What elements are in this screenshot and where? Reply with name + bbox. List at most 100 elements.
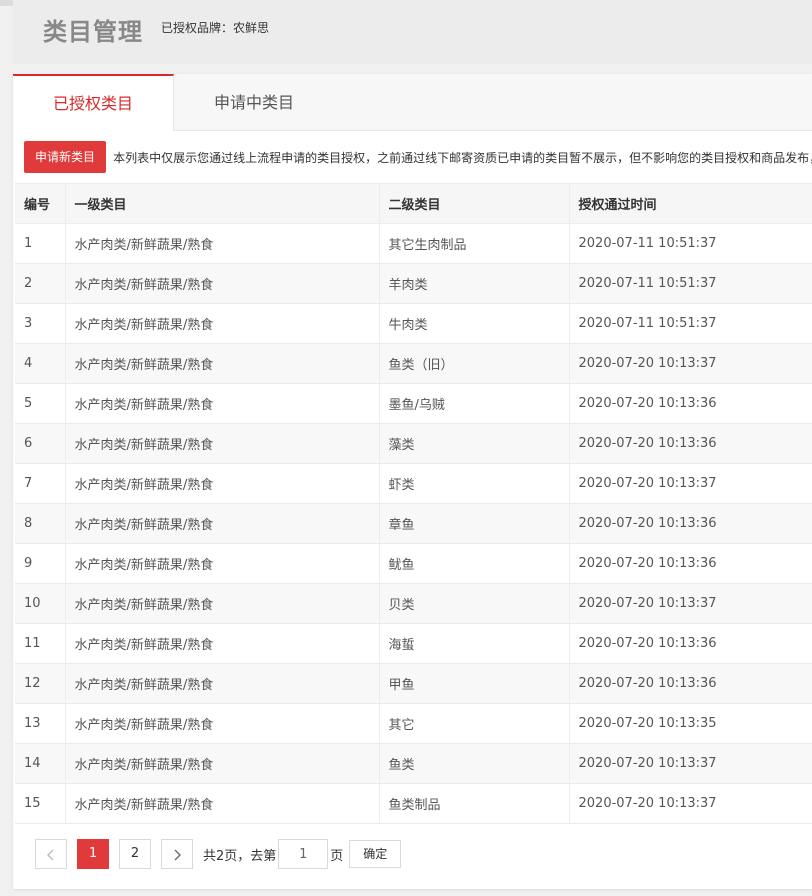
chevron-left-icon xyxy=(47,849,54,861)
tab-bar: 已授权类目 申请中类目 xyxy=(13,74,812,131)
page-header: 类目管理 已授权品牌：农鲜思 xyxy=(13,0,812,64)
cell-primary-category: 水产肉类/新鲜蔬果/熟食 xyxy=(65,543,380,584)
cell-approved-time: 2020-07-20 10:13:37 xyxy=(569,343,812,384)
cell-approved-time: 2020-07-11 10:51:37 xyxy=(569,223,812,264)
cell-secondary-category: 鱼类（旧） xyxy=(379,343,570,384)
cell-id: 13 xyxy=(15,703,66,744)
table-row: 12 水产肉类/新鲜蔬果/熟食 甲鱼 2020-07-20 10:13:36 xyxy=(15,663,812,704)
cell-id: 2 xyxy=(15,263,66,304)
cell-approved-time: 2020-07-20 10:13:36 xyxy=(569,663,812,704)
cell-approved-time: 2020-07-20 10:13:36 xyxy=(569,623,812,664)
cell-secondary-category: 其它 xyxy=(379,703,570,744)
table-row: 11 水产肉类/新鲜蔬果/熟食 海蜇 2020-07-20 10:13:36 xyxy=(15,623,812,664)
cell-primary-category: 水产肉类/新鲜蔬果/熟食 xyxy=(65,623,380,664)
table-row: 6 水产肉类/新鲜蔬果/熟食 藻类 2020-07-20 10:13:36 xyxy=(15,423,812,464)
cell-primary-category: 水产肉类/新鲜蔬果/熟食 xyxy=(65,703,380,744)
cell-secondary-category: 墨鱼/乌贼 xyxy=(379,383,570,424)
page-1-button[interactable]: 1 xyxy=(77,839,109,869)
cell-id: 10 xyxy=(15,583,66,624)
cell-primary-category: 水产肉类/新鲜蔬果/熟食 xyxy=(65,503,380,544)
cell-approved-time: 2020-07-20 10:13:37 xyxy=(569,463,812,504)
table-body: 1 水产肉类/新鲜蔬果/熟食 其它生肉制品 2020-07-11 10:51:37 2 水… xyxy=(15,223,812,824)
cell-secondary-category: 羊肉类 xyxy=(379,263,570,304)
column-header-id: 编号 xyxy=(15,183,66,224)
cell-secondary-category: 鱿鱼 xyxy=(379,543,570,584)
cell-primary-category: 水产肉类/新鲜蔬果/熟食 xyxy=(65,583,380,624)
cell-approved-time: 2020-07-20 10:13:37 xyxy=(569,743,812,784)
cell-approved-time: 2020-07-20 10:13:37 xyxy=(569,583,812,624)
authorized-brand-label: 已授权品牌：农鲜思 xyxy=(161,21,270,35)
cell-primary-category: 水产肉类/新鲜蔬果/熟食 xyxy=(65,463,380,504)
cell-secondary-category: 其它生肉制品 xyxy=(379,223,570,264)
cell-primary-category: 水产肉类/新鲜蔬果/熟食 xyxy=(65,343,380,384)
cell-id: 7 xyxy=(15,463,66,504)
tab-pending-categories[interactable]: 申请中类目 xyxy=(174,74,334,130)
cell-id: 15 xyxy=(15,783,66,824)
page-suffix-text: 页 xyxy=(330,848,344,864)
table-row: 9 水产肉类/新鲜蔬果/熟食 鱿鱼 2020-07-20 10:13:36 xyxy=(15,543,812,584)
notice-text: 本列表中仅展示您通过线上流程申请的类目授权，之前通过线下邮寄资质已申请的类目暂不… xyxy=(113,150,812,165)
column-header-approved-time: 授权通过时间 xyxy=(569,183,812,224)
cell-approved-time: 2020-07-20 10:13:35 xyxy=(569,703,812,744)
goto-confirm-button[interactable]: 确定 xyxy=(349,840,402,868)
cell-id: 1 xyxy=(15,223,66,264)
cell-secondary-category: 虾类 xyxy=(379,463,570,504)
cell-secondary-category: 海蜇 xyxy=(379,623,570,664)
table-row: 1 水产肉类/新鲜蔬果/熟食 其它生肉制品 2020-07-11 10:51:37 xyxy=(15,223,812,264)
cell-primary-category: 水产肉类/新鲜蔬果/熟食 xyxy=(65,783,380,824)
cell-primary-category: 水产肉类/新鲜蔬果/熟食 xyxy=(65,263,380,304)
next-page-button[interactable] xyxy=(161,839,193,869)
cell-approved-time: 2020-07-11 10:51:37 xyxy=(569,263,812,304)
table-row: 13 水产肉类/新鲜蔬果/熟食 其它 2020-07-20 10:13:35 xyxy=(15,703,812,744)
cell-approved-time: 2020-07-20 10:13:36 xyxy=(569,503,812,544)
cell-approved-time: 2020-07-11 10:51:37 xyxy=(569,303,812,344)
table-row: 3 水产肉类/新鲜蔬果/熟食 牛肉类 2020-07-11 10:51:37 xyxy=(15,303,812,344)
table-row: 14 水产肉类/新鲜蔬果/熟食 鱼类 2020-07-20 10:13:37 xyxy=(15,743,812,784)
cell-id: 5 xyxy=(15,383,66,424)
page-2-button[interactable]: 2 xyxy=(119,839,151,869)
cell-id: 4 xyxy=(15,343,66,384)
table-row: 10 水产肉类/新鲜蔬果/熟食 贝类 2020-07-20 10:13:37 xyxy=(15,583,812,624)
cell-secondary-category: 藻类 xyxy=(379,423,570,464)
cell-id: 12 xyxy=(15,663,66,704)
total-pages-text: 共2页，去第 xyxy=(203,848,277,864)
cell-id: 11 xyxy=(15,623,66,664)
prev-page-button[interactable] xyxy=(35,839,67,869)
category-table: 编号 一级类目 二级类目 授权通过时间 1 水产肉类/新鲜蔬果/熟食 其它生肉制品 2… xyxy=(15,183,812,824)
cell-secondary-category: 牛肉类 xyxy=(379,303,570,344)
cell-primary-category: 水产肉类/新鲜蔬果/熟食 xyxy=(65,423,380,464)
cell-approved-time: 2020-07-20 10:13:36 xyxy=(569,383,812,424)
table-row: 4 水产肉类/新鲜蔬果/熟食 鱼类（旧） 2020-07-20 10:13:37 xyxy=(15,343,812,384)
page-title: 类目管理 xyxy=(43,18,143,46)
tab-authorized-categories[interactable]: 已授权类目 xyxy=(13,74,174,131)
cell-secondary-category: 鱼类 xyxy=(379,743,570,784)
category-panel: 已授权类目 申请中类目 申请新类目 本列表中仅展示您通过线上流程申请的类目授权，… xyxy=(13,74,812,889)
table-row: 7 水产肉类/新鲜蔬果/熟食 虾类 2020-07-20 10:13:37 xyxy=(15,463,812,504)
toolbar: 申请新类目 本列表中仅展示您通过线上流程申请的类目授权，之前通过线下邮寄资质已申… xyxy=(24,141,812,173)
table-row: 2 水产肉类/新鲜蔬果/熟食 羊肉类 2020-07-11 10:51:37 xyxy=(15,263,812,304)
cell-primary-category: 水产肉类/新鲜蔬果/熟食 xyxy=(65,223,380,264)
chevron-right-icon xyxy=(174,849,181,861)
table-row: 8 水产肉类/新鲜蔬果/熟食 章鱼 2020-07-20 10:13:36 xyxy=(15,503,812,544)
column-header-secondary-category: 二级类目 xyxy=(379,183,570,224)
cell-secondary-category: 贝类 xyxy=(379,583,570,624)
apply-new-category-button[interactable]: 申请新类目 xyxy=(24,141,107,173)
cell-secondary-category: 章鱼 xyxy=(379,503,570,544)
cell-primary-category: 水产肉类/新鲜蔬果/熟食 xyxy=(65,663,380,704)
cell-id: 14 xyxy=(15,743,66,784)
cell-primary-category: 水产肉类/新鲜蔬果/熟食 xyxy=(65,303,380,344)
table-header-row: 编号 一级类目 二级类目 授权通过时间 xyxy=(15,183,812,224)
cell-secondary-category: 甲鱼 xyxy=(379,663,570,704)
goto-page-input[interactable] xyxy=(278,839,329,869)
pagination: 1 2 共2页，去第 页 确定 xyxy=(35,838,402,870)
cell-approved-time: 2020-07-20 10:13:36 xyxy=(569,423,812,464)
table-row: 5 水产肉类/新鲜蔬果/熟食 墨鱼/乌贼 2020-07-20 10:13:36 xyxy=(15,383,812,424)
cell-primary-category: 水产肉类/新鲜蔬果/熟食 xyxy=(65,383,380,424)
cell-id: 8 xyxy=(15,503,66,544)
cell-id: 3 xyxy=(15,303,66,344)
column-header-primary-category: 一级类目 xyxy=(65,183,380,224)
cell-id: 6 xyxy=(15,423,66,464)
cell-secondary-category: 鱼类制品 xyxy=(379,783,570,824)
cell-approved-time: 2020-07-20 10:13:36 xyxy=(569,543,812,584)
table-row: 15 水产肉类/新鲜蔬果/熟食 鱼类制品 2020-07-20 10:13:37 xyxy=(15,783,812,824)
